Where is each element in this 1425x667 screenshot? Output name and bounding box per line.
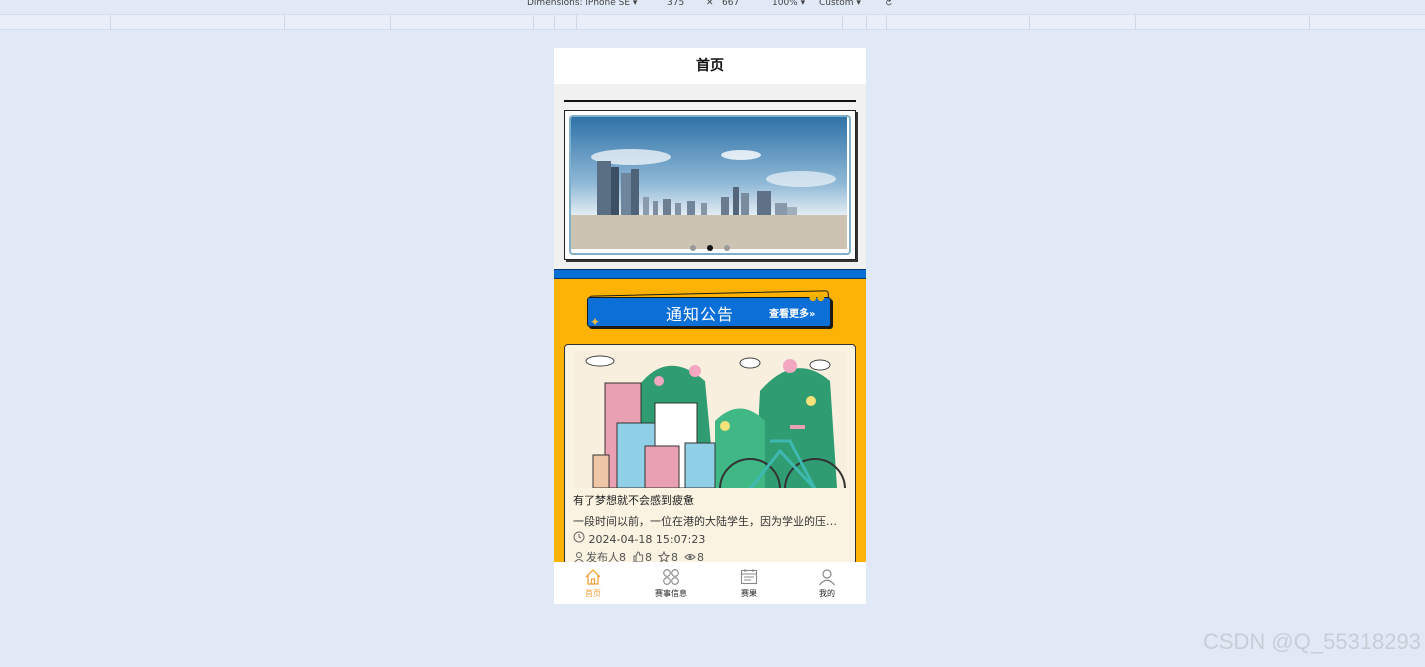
page-title: 首页	[554, 48, 866, 84]
viewport-height-input[interactable]: 667	[722, 0, 739, 8]
carousel-dot[interactable]	[689, 245, 696, 251]
zoom-select[interactable]: 100% ▾	[772, 0, 805, 8]
notice-header: 通知公告 查看更多» ✦ ●●	[587, 290, 833, 329]
tab-label: 赛果	[741, 589, 757, 598]
phone-viewport: 首页 通知公告 查看更多» ✦ ●● 有了梦想就不会感到疲惫 一段时间以前，一位…	[554, 48, 866, 604]
tab-profile[interactable]: 我的	[788, 562, 866, 604]
device-dimensions-select[interactable]: Dimensions: iPhone SE ▾	[527, 0, 637, 8]
user-icon	[819, 569, 835, 586]
calendar-icon	[740, 569, 758, 585]
tab-label: 我的	[819, 589, 835, 598]
watermark: CSDN @Q_55318293	[1202, 629, 1421, 654]
clock-icon	[573, 531, 585, 543]
notice-title: 通知公告	[666, 305, 735, 324]
news-image[interactable]	[575, 351, 847, 488]
news-title[interactable]: 有了梦想就不会感到疲惫	[573, 492, 694, 508]
divider-strip	[554, 269, 866, 279]
tab-results[interactable]: 赛果	[710, 562, 788, 604]
view-more-link[interactable]: 查看更多»	[769, 305, 815, 320]
tab-label: 赛事信息	[655, 589, 687, 598]
news-card[interactable]: 有了梦想就不会感到疲惫 一段时间以前，一位在港的大陆学生，因为学业的压力和生活的…	[564, 344, 856, 574]
news-description: 一段时间以前，一位在港的大陆学生，因为学业的压力和生活的困扰	[573, 515, 845, 528]
home-icon	[585, 569, 601, 585]
devtools-toolbar: Dimensions: iPhone SE ▾ 375 ✕ 667 100% ▾…	[0, 0, 1425, 14]
media-query-ruler	[0, 14, 1425, 30]
news-time: 2024-04-18 15:07:23	[573, 531, 705, 546]
divider	[564, 100, 856, 102]
tab-home[interactable]: 首页	[554, 562, 632, 604]
banner-carousel[interactable]	[564, 110, 856, 260]
dimension-separator: ✕	[706, 0, 714, 8]
carousel-dot-active[interactable]	[707, 245, 713, 251]
news-time-text: 2024-04-18 15:07:23	[588, 533, 706, 546]
banner-section	[554, 84, 866, 269]
tab-label: 首页	[585, 589, 601, 598]
viewport-width-input[interactable]: 375	[667, 0, 684, 8]
notice-section: 通知公告 查看更多» ✦ ●● 有了梦想就不会感到疲惫 一段时间以前，一位在港的…	[554, 279, 866, 574]
sparkle-icon: ✦	[590, 315, 601, 329]
banner-image[interactable]	[569, 115, 851, 255]
dots-decoration-icon: ●●	[809, 293, 825, 303]
grid-icon	[663, 569, 679, 585]
city-illustration	[575, 351, 847, 488]
throttle-select[interactable]: Custom ▾	[819, 0, 861, 8]
city-skyline-image	[571, 117, 847, 249]
tab-match-info[interactable]: 赛事信息	[632, 562, 710, 604]
notice-header-bar: 通知公告 查看更多»	[587, 297, 831, 327]
bottom-tab-bar: 首页 赛事信息 赛果 我的	[554, 562, 866, 604]
carousel-dot[interactable]	[724, 245, 731, 251]
carousel-indicators	[565, 236, 855, 255]
rotate-icon[interactable]: ↻	[882, 0, 894, 9]
